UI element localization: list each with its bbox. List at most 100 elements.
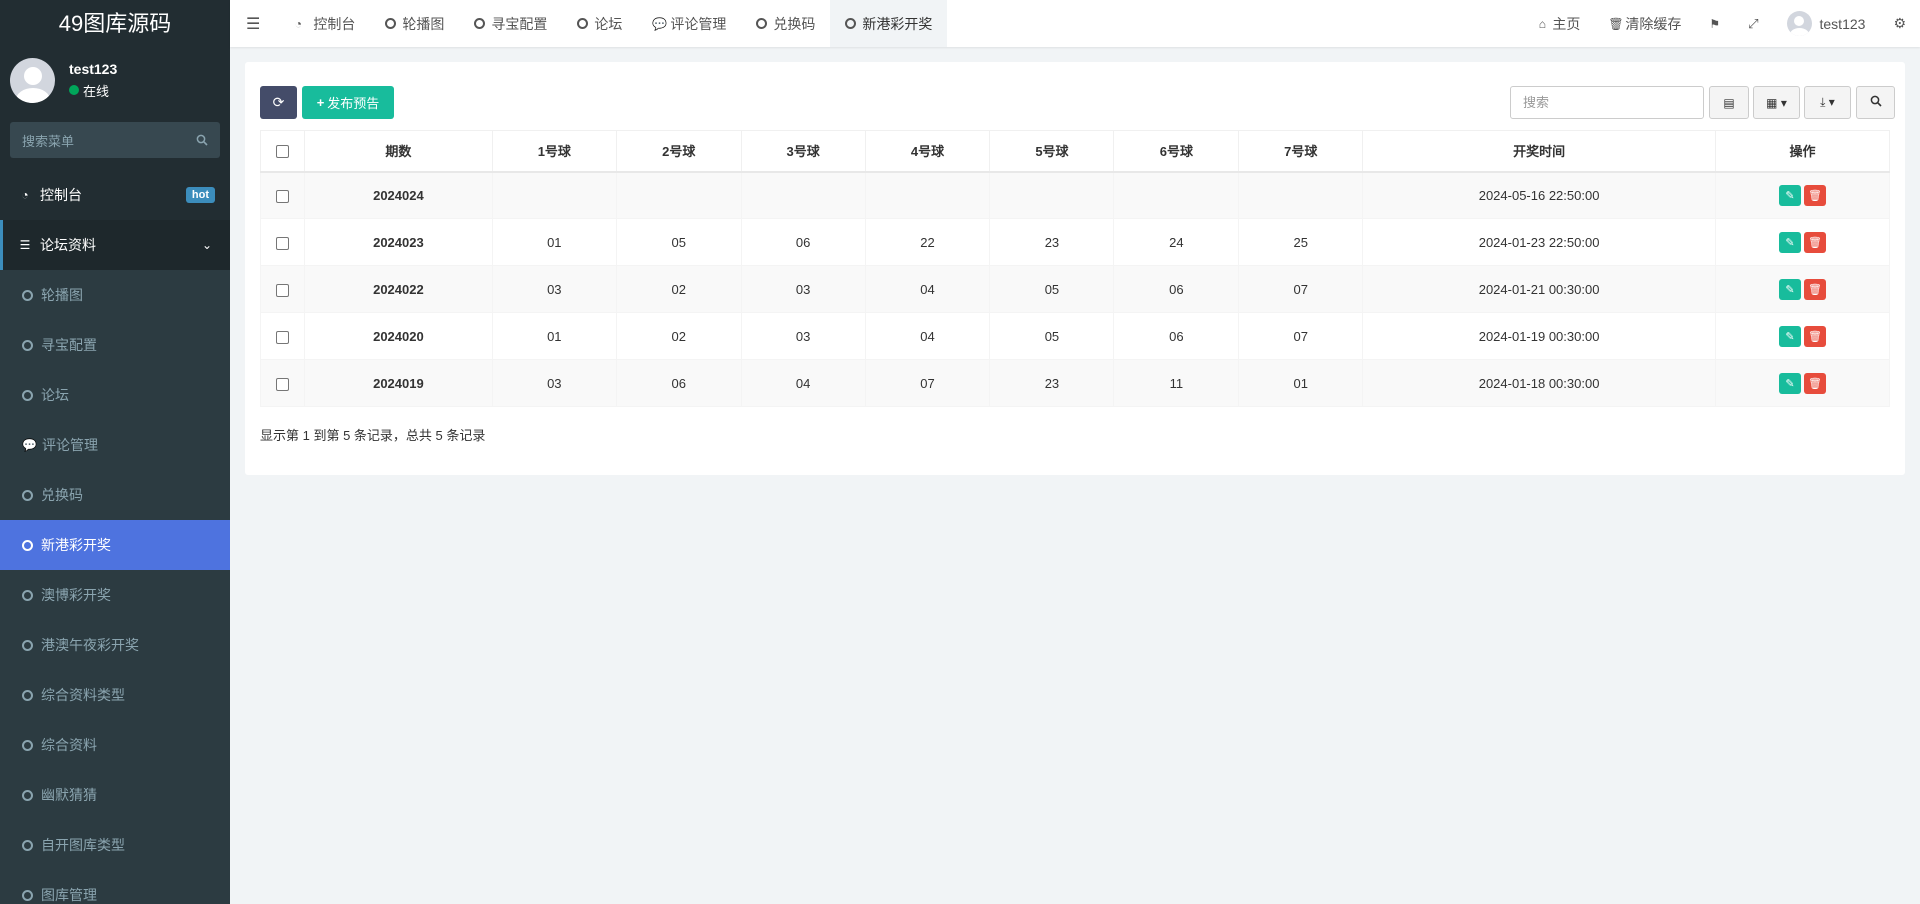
draw-time: 2024-01-21 00:30:00 <box>1362 265 1716 313</box>
sidebar-item-label: 澳博彩开奖 <box>41 587 111 603</box>
row-checkbox[interactable] <box>275 330 289 344</box>
sidebar-item-dashboard[interactable]: ◔ 控制台 hot <box>0 170 230 220</box>
circle-icon <box>22 789 33 801</box>
column-header[interactable]: 1号球 <box>491 130 617 173</box>
column-header[interactable]: 5号球 <box>989 130 1115 173</box>
column-header[interactable]: 6号球 <box>1113 130 1240 173</box>
delete-button[interactable]: 🗑 <box>1803 231 1826 253</box>
edit-button[interactable]: ✎ <box>1778 184 1801 206</box>
sidebar-item-redeem-code[interactable]: 兑换码 <box>0 470 230 520</box>
sidebar-group-forum-data[interactable]: ☰ 论坛资料 ⌄ <box>0 220 230 270</box>
language-button[interactable]: ⚑ <box>1695 0 1734 47</box>
tab-forum[interactable]: 论坛 <box>562 0 637 47</box>
sidebar-item-info-types[interactable]: 综合资料类型 <box>0 670 230 720</box>
circle-icon <box>22 689 33 701</box>
column-header[interactable]: 开奖时间 <box>1362 130 1716 173</box>
table-row: 2024022 03 02 03 04 05 06 07 2024-01-21 … <box>260 265 1891 313</box>
search-icon[interactable] <box>196 134 208 146</box>
edit-button[interactable]: ✎ <box>1778 231 1801 253</box>
table-row: 2024024 2024-05-16 22:50:00 ✎ 🗑 <box>260 171 1891 219</box>
content-panel: ⟳ +发布预告 ▤ ▦ ▾ ⤓ ▾ 期数 1号球 2号球 3号球 4号球 5号球… <box>245 62 1905 475</box>
toggle-view-button[interactable]: ▤ <box>1709 86 1749 119</box>
menu-search-input[interactable]: 搜索菜单 <box>10 122 220 158</box>
pencil-icon: ✎ <box>1785 330 1795 343</box>
sidebar-item-label: 幽默猜猜 <box>41 787 97 803</box>
trash-icon: 🗑 <box>1808 189 1822 202</box>
ball-cell: 04 <box>864 265 991 313</box>
sidebar-item-treasure-config[interactable]: 寻宝配置 <box>0 320 230 370</box>
fullscreen-button[interactable]: ⤢ <box>1734 0 1772 47</box>
export-button[interactable]: ⤓ ▾ <box>1804 86 1851 119</box>
issue-number: 2024020 <box>303 312 493 360</box>
tab-label: 兑换码 <box>773 15 816 32</box>
sidebar-item-xingang-lottery[interactable]: 新港彩开奖 <box>0 520 230 570</box>
column-header[interactable]: 2号球 <box>615 130 742 173</box>
select-all-checkbox[interactable] <box>275 145 289 159</box>
home-link[interactable]: ⌂ 主页 <box>1521 0 1594 47</box>
column-header[interactable]: 3号球 <box>740 130 866 173</box>
ball-cell: 01 <box>491 312 617 360</box>
sidebar-item-label: 轮播图 <box>41 287 83 303</box>
column-header[interactable]: 4号球 <box>864 130 991 173</box>
app-logo[interactable]: 49图库源码 <box>0 0 230 44</box>
tab-carousel[interactable]: 轮播图 <box>370 0 459 47</box>
tab-dashboard[interactable]: ◔ 控制台 <box>276 0 370 47</box>
delete-button[interactable]: 🗑 <box>1803 278 1826 300</box>
advanced-search-button[interactable] <box>1856 86 1895 119</box>
menu-toggle-button[interactable]: ☰ <box>230 0 276 47</box>
publish-forecast-button[interactable]: + 发布预告 <box>302 86 394 119</box>
sidebar-item-aobo-lottery[interactable]: 澳博彩开奖 <box>0 570 230 620</box>
ball-cell <box>491 171 617 219</box>
user-status: 在线 <box>69 81 117 100</box>
tab-redeem-code[interactable]: 兑换码 <box>741 0 830 47</box>
column-header[interactable]: 7号球 <box>1238 130 1364 173</box>
sidebar-item-midnight-lottery[interactable]: 港澳午夜彩开奖 <box>0 620 230 670</box>
refresh-button[interactable]: ⟳ <box>260 86 297 119</box>
column-header: 操作 <box>1714 130 1891 173</box>
ball-cell: 03 <box>491 265 617 313</box>
sidebar-item-humor-guess[interactable]: 幽默猜猜 <box>0 770 230 820</box>
user-menu[interactable]: test123 <box>1773 0 1880 47</box>
columns-button[interactable]: ▦ ▾ <box>1753 86 1800 119</box>
hot-badge: hot <box>185 187 215 203</box>
sidebar-item-gallery-types[interactable]: 自开图库类型 <box>0 820 230 870</box>
column-header[interactable]: 期数 <box>303 130 493 173</box>
sidebar-item-label: 港澳午夜彩开奖 <box>41 637 139 653</box>
search-icon <box>1870 95 1882 110</box>
sidebar-item-forum[interactable]: 论坛 <box>0 370 230 420</box>
home-label: 主页 <box>1552 15 1581 32</box>
clear-cache-button[interactable]: 🗑 清除缓存 <box>1594 0 1695 47</box>
sidebar-item-carousel[interactable]: 轮播图 <box>0 270 230 320</box>
card-view-icon: ▤ <box>1723 95 1735 110</box>
online-dot-icon <box>69 85 79 95</box>
pencil-icon: ✎ <box>1785 236 1795 249</box>
circle-icon <box>474 18 486 29</box>
dashboard-icon: ◔ <box>294 16 302 31</box>
edit-button[interactable]: ✎ <box>1778 325 1801 347</box>
table-header-row: 期数 1号球 2号球 3号球 4号球 5号球 6号球 7号球 开奖时间 操作 <box>260 130 1891 173</box>
ball-cell <box>864 171 991 219</box>
table-row: 2024023 01 05 06 22 23 24 25 2024-01-23 … <box>260 218 1891 266</box>
sidebar-item-comments[interactable]: 💬 评论管理 <box>0 420 230 470</box>
sidebar-item-label: 论坛 <box>41 387 69 403</box>
row-checkbox[interactable] <box>275 283 289 297</box>
sidebar-item-info[interactable]: 综合资料 <box>0 720 230 770</box>
row-checkbox[interactable] <box>275 377 289 391</box>
delete-button[interactable]: 🗑 <box>1803 325 1826 347</box>
delete-button[interactable]: 🗑 <box>1803 184 1826 206</box>
search-input[interactable] <box>1510 86 1704 119</box>
tab-treasure-config[interactable]: 寻宝配置 <box>459 0 562 47</box>
delete-button[interactable]: 🗑 <box>1803 372 1826 394</box>
tab-xingang-lottery[interactable]: 新港彩开奖 <box>830 0 948 47</box>
sidebar-item-gallery-manage[interactable]: 图库管理 <box>0 870 230 904</box>
tab-comments[interactable]: 💬 评论管理 <box>637 0 741 47</box>
clear-cache-label: 清除缓存 <box>1625 15 1682 32</box>
table-row: 2024020 01 02 03 04 05 06 07 2024-01-19 … <box>260 312 1891 360</box>
settings-button[interactable]: ⚙ <box>1879 0 1920 47</box>
row-checkbox[interactable] <box>275 189 289 203</box>
row-checkbox[interactable] <box>275 236 289 250</box>
edit-button[interactable]: ✎ <box>1778 372 1801 394</box>
pencil-icon: ✎ <box>1785 189 1795 202</box>
edit-button[interactable]: ✎ <box>1778 278 1801 300</box>
user-panel: test123 在线 <box>0 44 230 116</box>
